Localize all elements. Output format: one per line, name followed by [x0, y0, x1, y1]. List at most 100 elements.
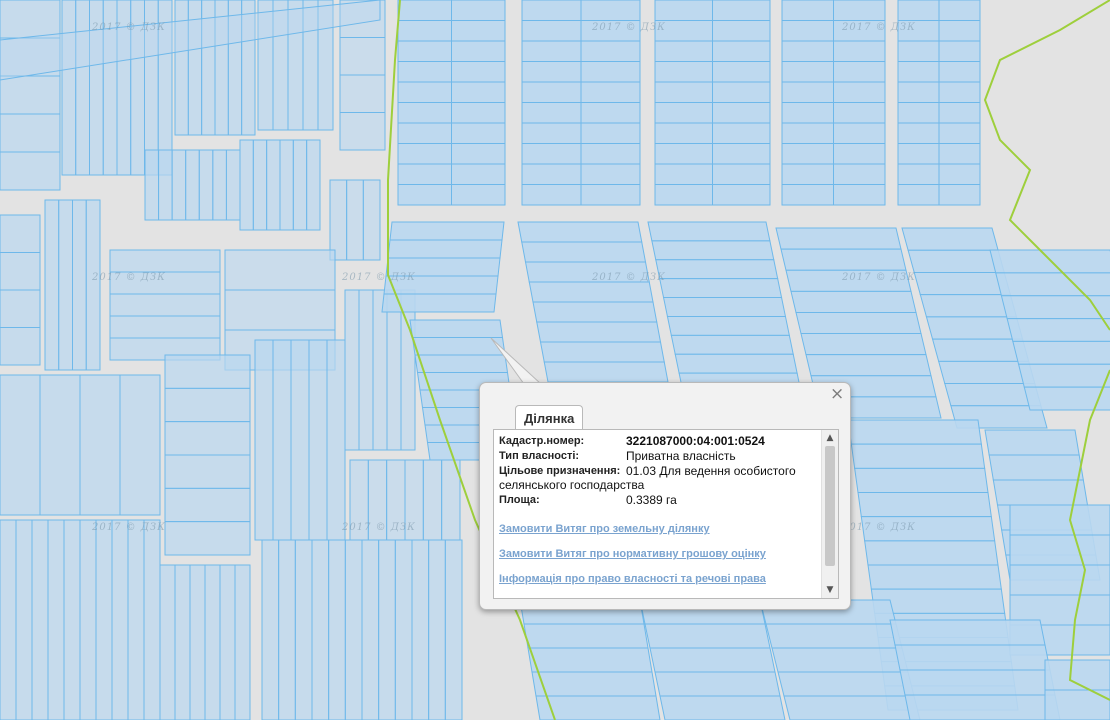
land-parcel[interactable]: [171, 149, 187, 221]
land-parcel[interactable]: [394, 539, 413, 720]
land-parcel[interactable]: [780, 248, 907, 271]
order-land-extract-link[interactable]: Замовити Витяг про земельну ділянку: [499, 523, 815, 535]
land-parcel[interactable]: [899, 669, 1056, 696]
land-parcel[interactable]: [1023, 386, 1110, 411]
land-parcel[interactable]: [386, 289, 402, 451]
land-parcel[interactable]: [904, 694, 1061, 720]
land-parcel[interactable]: [517, 221, 643, 243]
land-parcel[interactable]: [0, 289, 41, 328]
land-parcel[interactable]: [901, 227, 999, 251]
land-parcel[interactable]: [308, 339, 328, 541]
land-parcel[interactable]: [889, 619, 1046, 646]
land-parcel[interactable]: [44, 199, 60, 371]
land-parcel[interactable]: [790, 290, 917, 313]
land-parcel[interactable]: [995, 272, 1110, 297]
land-parcel[interactable]: [164, 454, 251, 489]
land-parcel[interactable]: [670, 334, 794, 355]
land-parcel[interactable]: [644, 623, 771, 649]
land-parcel[interactable]: [527, 647, 653, 673]
land-parcel[interactable]: [989, 249, 1110, 274]
land-parcel[interactable]: [306, 139, 321, 231]
scrollbar-thumb[interactable]: [825, 446, 835, 566]
land-parcel[interactable]: [58, 199, 73, 371]
land-parcel[interactable]: [913, 271, 1011, 296]
land-parcel[interactable]: [158, 149, 173, 221]
land-parcel[interactable]: [0, 75, 61, 115]
land-parcel[interactable]: [72, 199, 87, 371]
land-parcel[interactable]: [1009, 534, 1110, 566]
land-parcel[interactable]: [0, 327, 41, 366]
land-parcel[interactable]: [159, 564, 176, 720]
land-parcel[interactable]: [109, 293, 221, 317]
land-parcel[interactable]: [198, 149, 214, 221]
land-parcel[interactable]: [311, 539, 330, 720]
land-parcel[interactable]: [224, 289, 336, 331]
land-parcel[interactable]: [358, 289, 374, 451]
order-valuation-extract-link[interactable]: Замовити Витяг про нормативну грошову оц…: [499, 548, 815, 560]
land-parcel[interactable]: [254, 339, 274, 541]
land-parcel[interactable]: [346, 179, 364, 261]
land-parcel[interactable]: [164, 354, 251, 389]
land-parcel[interactable]: [85, 199, 101, 371]
land-parcel[interactable]: [362, 179, 381, 261]
land-parcel[interactable]: [422, 459, 443, 541]
land-parcel[interactable]: [143, 519, 161, 720]
land-parcel[interactable]: [0, 252, 41, 291]
land-parcel[interactable]: [411, 539, 430, 720]
land-parcel[interactable]: [79, 374, 121, 516]
land-parcel[interactable]: [47, 519, 65, 720]
land-parcel[interactable]: [15, 519, 33, 720]
ownership-rights-info-link[interactable]: Інформація про право власності та речові…: [499, 573, 815, 585]
land-parcel[interactable]: [428, 539, 446, 720]
land-parcel[interactable]: [783, 695, 921, 720]
cadastral-map[interactable]: [0, 0, 1110, 720]
land-parcel[interactable]: [777, 671, 915, 697]
land-parcel[interactable]: [765, 623, 903, 649]
land-parcel[interactable]: [775, 227, 902, 250]
land-parcel[interactable]: [290, 339, 310, 541]
land-parcel[interactable]: [651, 240, 775, 261]
land-parcel[interactable]: [292, 139, 308, 231]
land-parcel[interactable]: [854, 467, 989, 493]
land-parcel[interactable]: [907, 249, 1005, 273]
land-parcel[interactable]: [185, 149, 200, 221]
scroll-up-icon[interactable]: ▲: [822, 431, 838, 445]
land-parcel[interactable]: [212, 149, 227, 221]
land-parcel[interactable]: [532, 301, 658, 323]
land-parcel[interactable]: [225, 149, 241, 221]
land-parcel[interactable]: [278, 539, 296, 720]
land-parcel[interactable]: [0, 214, 41, 253]
land-parcel[interactable]: [266, 139, 281, 231]
land-parcel[interactable]: [109, 249, 221, 273]
land-parcel[interactable]: [252, 139, 268, 231]
land-parcel[interactable]: [261, 539, 280, 720]
scroll-down-icon[interactable]: ▼: [822, 583, 838, 597]
land-parcel[interactable]: [857, 492, 992, 518]
land-parcel[interactable]: [272, 339, 292, 541]
land-parcel[interactable]: [659, 695, 786, 720]
land-parcel[interactable]: [531, 671, 657, 697]
land-parcel[interactable]: [294, 539, 313, 720]
land-parcel[interactable]: [649, 647, 776, 673]
land-parcel[interactable]: [1012, 340, 1110, 365]
land-parcel[interactable]: [389, 221, 505, 241]
land-parcel[interactable]: [339, 74, 386, 113]
land-parcel[interactable]: [219, 564, 236, 720]
land-parcel[interactable]: [1006, 318, 1110, 342]
land-parcel[interactable]: [0, 374, 41, 516]
land-parcel[interactable]: [444, 539, 463, 720]
land-parcel[interactable]: [95, 519, 113, 720]
parcel-layer[interactable]: [0, 0, 1110, 720]
land-parcel[interactable]: [539, 341, 665, 363]
land-parcel[interactable]: [111, 519, 129, 720]
land-parcel[interactable]: [894, 644, 1051, 671]
land-parcel[interactable]: [63, 519, 81, 720]
land-parcel[interactable]: [864, 540, 999, 566]
tab-parcel[interactable]: Ділянка: [515, 405, 584, 430]
land-parcel[interactable]: [847, 419, 982, 445]
land-parcel[interactable]: [662, 297, 787, 317]
land-parcel[interactable]: [0, 113, 61, 153]
land-parcel[interactable]: [79, 519, 97, 720]
land-parcel[interactable]: [536, 321, 662, 343]
land-parcel[interactable]: [234, 564, 251, 720]
